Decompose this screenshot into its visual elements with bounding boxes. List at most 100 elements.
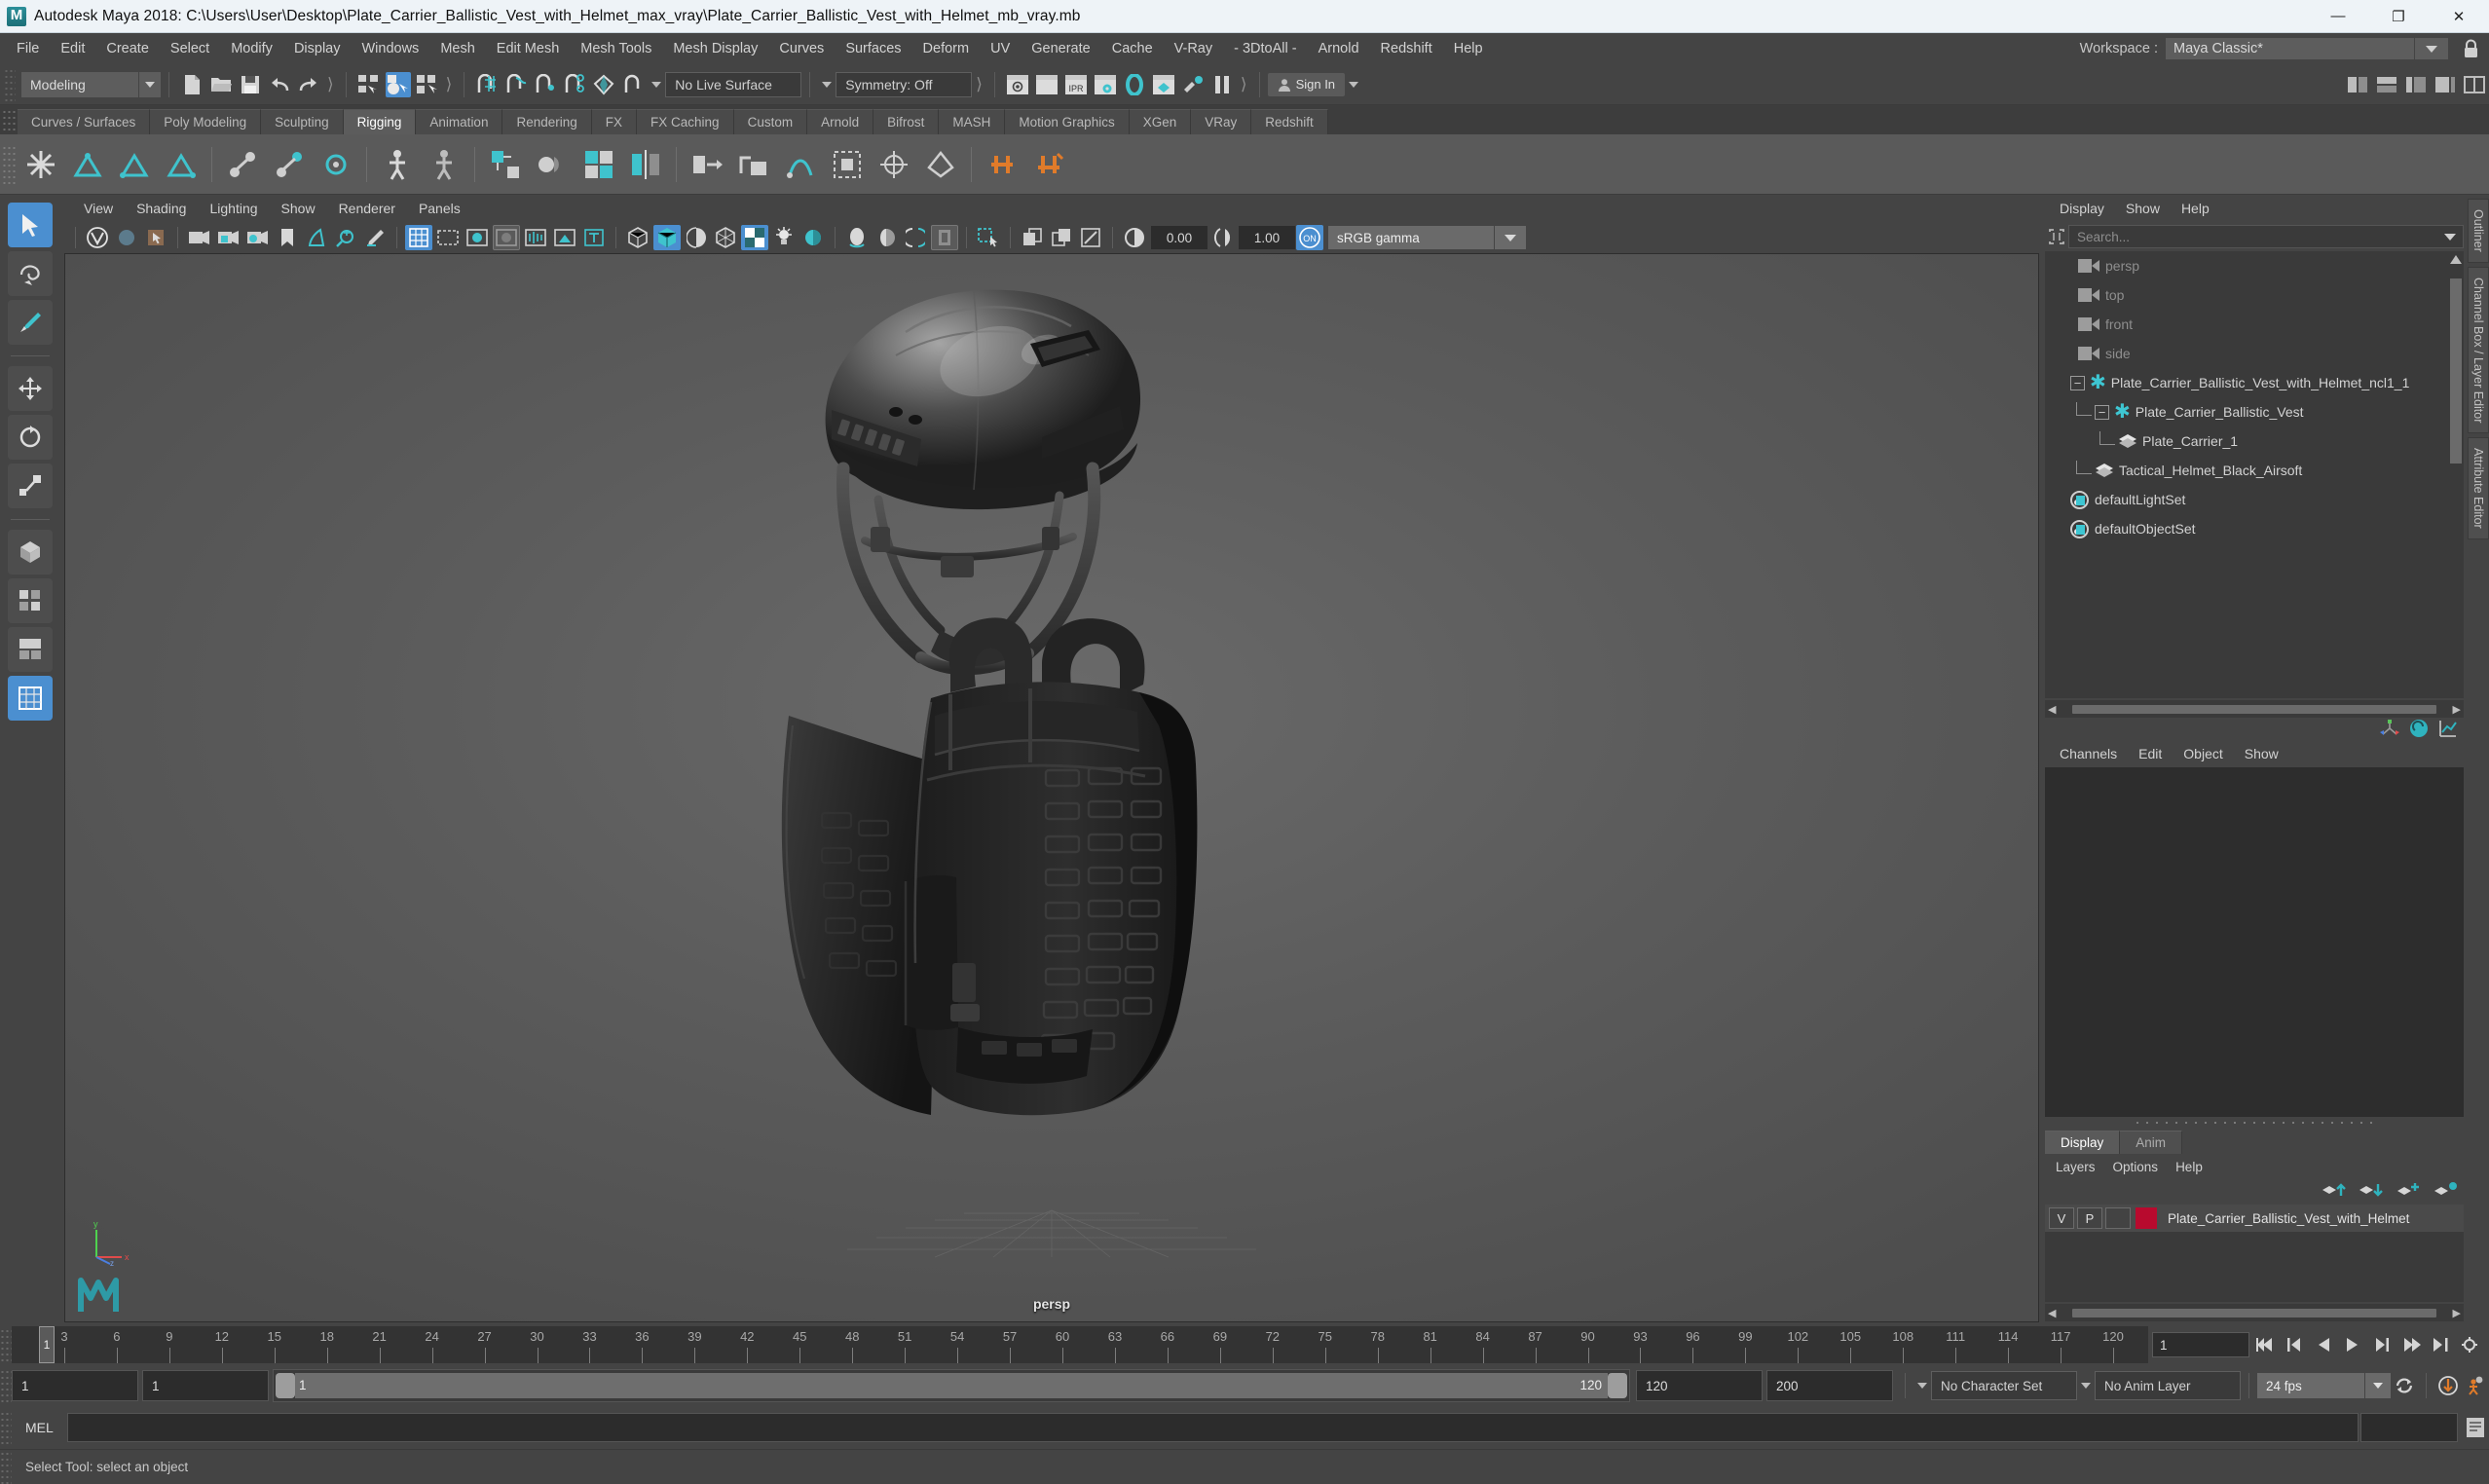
- channelbox-menu-edit[interactable]: Edit: [2128, 743, 2173, 764]
- menu-create[interactable]: Create: [95, 37, 160, 60]
- statusline-collapse-4[interactable]: ⟩: [1237, 75, 1251, 94]
- scrollbar-thumb[interactable]: [2072, 704, 2436, 714]
- isolate-select-icon[interactable]: [975, 225, 1002, 250]
- go-to-end-icon[interactable]: [2427, 1331, 2454, 1358]
- xray-active-components-icon[interactable]: [1048, 225, 1075, 250]
- gate-mask-icon[interactable]: [493, 225, 520, 250]
- motion-blur-icon[interactable]: [873, 225, 900, 250]
- menu-generate[interactable]: Generate: [1021, 37, 1100, 60]
- edit-deformer-orange-icon[interactable]: [1028, 144, 1069, 185]
- go-to-start-icon[interactable]: [2251, 1331, 2279, 1358]
- cmdline-grip-handle[interactable]: [0, 1411, 12, 1444]
- layer-menu-help[interactable]: Help: [2167, 1158, 2211, 1176]
- layout-toolbar-icon-2[interactable]: [2374, 72, 2399, 97]
- move-tool-icon[interactable]: [8, 366, 53, 411]
- layer-color-swatch[interactable]: [2136, 1207, 2157, 1229]
- outliner-vertical-scrollbar[interactable]: [2450, 255, 2462, 694]
- redo-icon[interactable]: [296, 72, 321, 97]
- multisample-aa-icon[interactable]: [902, 225, 929, 250]
- manipulator-icon[interactable]: [2380, 719, 2399, 742]
- new-scene-icon[interactable]: [179, 72, 204, 97]
- shelfrow-grip-handle[interactable]: [2, 144, 18, 184]
- render-setup-icon[interactable]: [1180, 72, 1206, 97]
- exposure-icon[interactable]: [1121, 225, 1148, 250]
- command-response-field[interactable]: [2360, 1413, 2458, 1442]
- shelf-tab-arnold[interactable]: Arnold: [807, 109, 874, 134]
- shelf-tab-rigging[interactable]: Rigging: [343, 109, 417, 134]
- blend-shape-icon[interactable]: [687, 144, 727, 185]
- scrollbar-thumb[interactable]: [2072, 1308, 2436, 1317]
- select-camera-icon[interactable]: [186, 225, 213, 250]
- move-layer-up-icon[interactable]: [2322, 1181, 2347, 1204]
- expander-collapse-icon[interactable]: −: [2095, 404, 2109, 420]
- snap-to-view-plane-icon[interactable]: [591, 72, 616, 97]
- menu-cache[interactable]: Cache: [1101, 37, 1164, 60]
- helpline-grip-handle[interactable]: [0, 1450, 12, 1484]
- viewport-menu-shading[interactable]: Shading: [125, 198, 198, 219]
- shelf-grip-handle[interactable]: [2, 109, 18, 134]
- layout-toolbar-icon-4[interactable]: [2433, 72, 2458, 97]
- create-new-layer-icon[interactable]: [2396, 1181, 2421, 1204]
- minimize-button[interactable]: —: [2308, 0, 2368, 32]
- paint-skin-weights-icon[interactable]: [485, 144, 526, 185]
- layout-four-view-icon[interactable]: [8, 530, 53, 575]
- attribute-editor-toggle-icon[interactable]: [2438, 719, 2458, 743]
- make-live-chevron-down-icon[interactable]: [648, 72, 665, 97]
- channelbox-menu-show[interactable]: Show: [2234, 743, 2289, 764]
- outliner-item-plate-carrier-1[interactable]: Plate_Carrier_1: [2045, 427, 2464, 456]
- shelf-tab-rendering[interactable]: Rendering: [502, 109, 592, 134]
- sign-in-chevron-down-icon[interactable]: [1345, 72, 1362, 97]
- layout-single-persp-icon[interactable]: [8, 676, 53, 721]
- workspace-chevron-down-icon[interactable]: [2415, 38, 2448, 59]
- shrink-wrap-icon[interactable]: [920, 144, 961, 185]
- smooth-skin-icon[interactable]: [532, 144, 573, 185]
- menu-file[interactable]: File: [6, 37, 50, 60]
- range-slider[interactable]: 1 120: [273, 1369, 1630, 1402]
- expander-collapse-icon[interactable]: −: [2070, 375, 2085, 390]
- scrollbar-thumb[interactable]: [2450, 278, 2462, 464]
- menu-modify[interactable]: Modify: [220, 37, 283, 60]
- open-scene-icon[interactable]: [208, 72, 234, 97]
- menu-select[interactable]: Select: [160, 37, 220, 60]
- outliner-item-plate-carrier-ballistic-vest[interactable]: − ✱ Plate_Carrier_Ballistic_Vest: [2045, 397, 2464, 427]
- menu-help[interactable]: Help: [1443, 37, 1494, 60]
- select-by-hierarchy-icon[interactable]: [356, 72, 382, 97]
- time-slider-playhead[interactable]: 1: [39, 1326, 55, 1363]
- expand-selection-icon[interactable]: [2045, 225, 2068, 248]
- menu-vray[interactable]: V-Ray: [1164, 37, 1224, 60]
- bind-skin-icon[interactable]: [377, 144, 418, 185]
- unbind-skin-icon[interactable]: [424, 144, 464, 185]
- tab-display-layers[interactable]: Display: [2045, 1131, 2121, 1154]
- display-layer-list[interactable]: V P Plate_Carrier_Ballistic_Vest_with_He…: [2045, 1205, 2464, 1302]
- save-scene-icon[interactable]: [238, 72, 263, 97]
- shelf-tab-custom[interactable]: Custom: [733, 109, 808, 134]
- layer-menu-options[interactable]: Options: [2104, 1158, 2168, 1176]
- scroll-left-arrow-icon[interactable]: ◀: [2045, 703, 2059, 716]
- wireframe-shading-icon[interactable]: [624, 225, 651, 250]
- symmetry-field[interactable]: Symmetry: Off: [836, 71, 973, 97]
- menuset-selector[interactable]: Modeling: [21, 71, 138, 97]
- menu-3dtoall[interactable]: - 3DtoAll -: [1223, 37, 1307, 60]
- shelf-tab-animation[interactable]: Animation: [416, 109, 503, 134]
- loop-playback-icon[interactable]: [2391, 1372, 2418, 1399]
- grid-toggle-icon[interactable]: [405, 225, 432, 250]
- outliner-horizontal-scrollbar[interactable]: ◀ ▶: [2045, 700, 2464, 718]
- nonlinear-deformer-icon[interactable]: [780, 144, 821, 185]
- constraint-icon[interactable]: [222, 144, 263, 185]
- layer-list-horizontal-scrollbar[interactable]: ◀ ▶: [2045, 1304, 2464, 1321]
- texture-display-icon[interactable]: [741, 225, 768, 250]
- xray-joints-toggle-icon[interactable]: [1077, 225, 1104, 250]
- symmetry-chevron-down-icon[interactable]: [818, 72, 836, 97]
- grease-pencil-icon[interactable]: [361, 225, 389, 250]
- sign-in-button[interactable]: Sign In: [1267, 72, 1346, 96]
- use-all-lights-icon[interactable]: [770, 225, 798, 250]
- maximize-button[interactable]: ❐: [2368, 0, 2429, 32]
- menu-mesh-display[interactable]: Mesh Display: [662, 37, 768, 60]
- film-gate-icon[interactable]: [434, 225, 462, 250]
- rangeslider-grip-handle[interactable]: [0, 1369, 12, 1402]
- statusline-grip-handle[interactable]: [4, 67, 16, 101]
- layout-persp-graph-icon[interactable]: [8, 627, 53, 672]
- move-layer-down-icon[interactable]: [2359, 1181, 2384, 1204]
- range-slider-start-handle[interactable]: [276, 1373, 295, 1398]
- ik-rp-handle-icon[interactable]: [161, 144, 202, 185]
